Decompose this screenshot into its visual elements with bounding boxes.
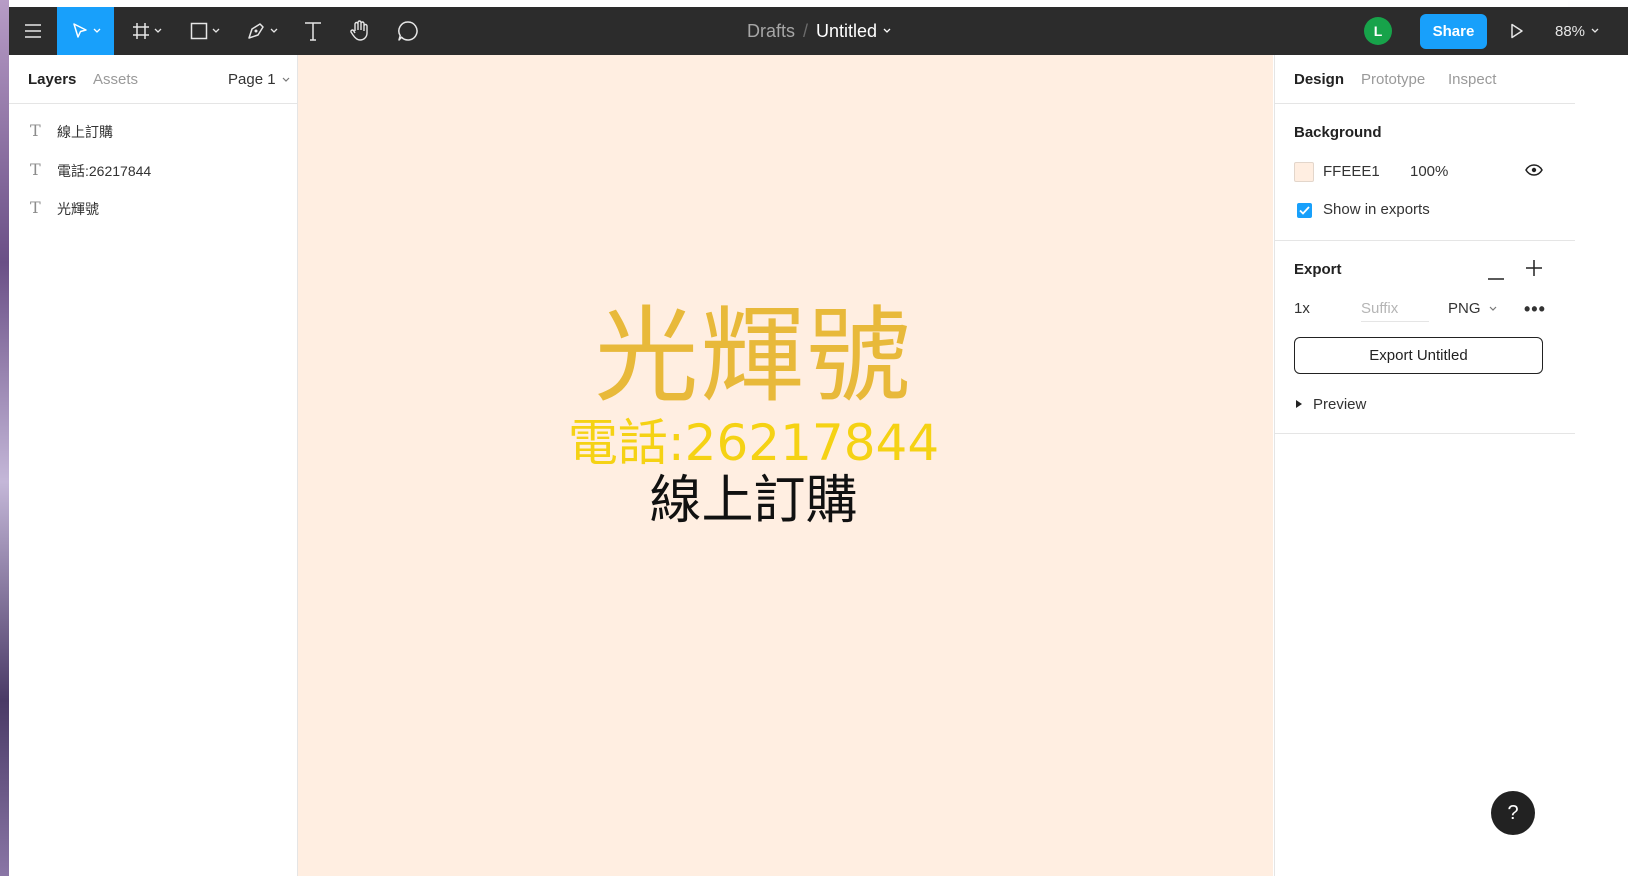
file-name-menu[interactable]: Untitled	[816, 21, 891, 42]
text-layer-icon: T	[30, 198, 41, 217]
zoom-level: 88%	[1555, 22, 1586, 40]
shape-tool-button[interactable]	[181, 7, 229, 55]
section-divider	[1275, 433, 1575, 434]
move-tool-button[interactable]	[57, 7, 114, 55]
section-divider	[1275, 240, 1575, 241]
file-name: Untitled	[816, 20, 878, 41]
export-preview-toggle[interactable]: Preview	[1313, 396, 1366, 413]
canvas-text-order[interactable]: 線上訂購	[298, 471, 1209, 531]
cursor-icon	[72, 23, 87, 38]
layer-item[interactable]: T 線上訂購	[9, 111, 297, 149]
export-section-title: Export	[1294, 261, 1342, 278]
tab-prototype[interactable]: Prototype	[1361, 71, 1425, 88]
chevron-down-icon	[154, 28, 162, 33]
share-button[interactable]: Share	[1420, 14, 1487, 49]
background-color-swatch[interactable]	[1294, 162, 1314, 182]
text-layer-icon: T	[30, 121, 41, 140]
figma-window: Drafts / Untitled L Share 88% Layers Ass…	[9, 7, 1628, 876]
canvas-text-brand[interactable]: 光輝號	[298, 301, 1209, 411]
right-panel-tabs: Design Prototype Inspect	[1275, 55, 1575, 104]
rectangle-icon	[190, 22, 208, 40]
pen-tool-button[interactable]	[238, 7, 286, 55]
layers-panel: Layers Assets Page 1 T 線上訂購 T 電話:2621784…	[9, 55, 298, 876]
chevron-down-icon	[270, 28, 278, 33]
desktop-top-edge	[0, 0, 1628, 7]
user-avatar[interactable]: L	[1364, 17, 1392, 45]
export-scale[interactable]: 1x	[1294, 300, 1310, 317]
tab-inspect[interactable]: Inspect	[1448, 71, 1496, 88]
canvas-text-phone[interactable]: 電話:26217844	[298, 415, 1209, 471]
pen-icon	[248, 23, 264, 39]
chevron-down-icon	[1591, 28, 1599, 33]
export-more-options-icon[interactable]: •••	[1524, 299, 1546, 320]
layer-name: 光輝號	[57, 201, 99, 217]
background-hex-value[interactable]: FFEEE1	[1323, 163, 1380, 180]
present-button[interactable]	[1505, 19, 1529, 43]
chevron-down-icon	[1489, 306, 1496, 311]
play-icon	[1511, 23, 1523, 39]
checkmark-icon	[1299, 206, 1310, 215]
chevron-down-icon	[282, 77, 289, 82]
tab-assets[interactable]: Assets	[93, 71, 138, 88]
text-icon	[305, 22, 321, 41]
main-menu-button[interactable]	[9, 7, 57, 55]
disclosure-triangle-icon[interactable]	[1296, 400, 1302, 408]
visibility-toggle[interactable]	[1525, 163, 1543, 182]
text-tool-button[interactable]	[289, 7, 337, 55]
layer-item[interactable]: T 電話:26217844	[9, 150, 297, 188]
properties-panel: Design Prototype Inspect Background FFEE…	[1274, 55, 1575, 876]
hand-icon	[350, 20, 368, 41]
chevron-down-icon	[93, 28, 100, 33]
show-in-exports-label[interactable]: Show in exports	[1323, 201, 1430, 218]
comment-tool-button[interactable]	[384, 7, 432, 55]
minus-icon	[1488, 278, 1504, 280]
remove-export-button[interactable]	[1488, 267, 1504, 285]
export-button[interactable]: Export Untitled	[1294, 337, 1543, 374]
layer-name: 線上訂購	[57, 124, 113, 140]
desktop-wallpaper-left	[0, 0, 9, 876]
page-name: Page 1	[228, 71, 276, 88]
layer-name: 電話:26217844	[57, 163, 152, 179]
breadcrumb-drafts[interactable]: Drafts	[747, 21, 795, 42]
add-export-button[interactable]	[1526, 260, 1542, 281]
left-panel-tabs: Layers Assets Page 1	[9, 55, 297, 104]
hand-tool-button[interactable]	[336, 7, 384, 55]
zoom-menu[interactable]: 88%	[1555, 7, 1599, 55]
eye-icon	[1525, 164, 1543, 176]
design-canvas[interactable]: 光輝號 電話:26217844 線上訂購	[298, 55, 1273, 876]
tab-layers[interactable]: Layers	[28, 71, 76, 88]
chevron-down-icon	[212, 28, 220, 33]
plus-icon	[1526, 260, 1542, 276]
export-format-select[interactable]: PNG	[1448, 300, 1497, 317]
frame-icon	[133, 23, 149, 39]
breadcrumb-separator: /	[802, 20, 808, 41]
export-format: PNG	[1448, 300, 1481, 317]
show-in-exports-checkbox[interactable]	[1297, 203, 1312, 218]
frame-tool-button[interactable]	[123, 7, 171, 55]
tab-design[interactable]: Design	[1294, 71, 1344, 88]
help-button[interactable]: ?	[1491, 791, 1535, 835]
toolbar: Drafts / Untitled L Share 88%	[9, 7, 1628, 55]
page-selector[interactable]: Page 1	[228, 71, 290, 88]
export-suffix-input[interactable]: Suffix	[1361, 300, 1429, 322]
background-section-title: Background	[1294, 124, 1382, 141]
chevron-down-icon	[883, 28, 891, 33]
text-layer-icon: T	[30, 160, 41, 179]
background-opacity[interactable]: 100%	[1410, 163, 1448, 180]
layer-item[interactable]: T 光輝號	[9, 188, 297, 226]
hamburger-icon	[25, 24, 41, 38]
comment-icon	[398, 21, 418, 41]
